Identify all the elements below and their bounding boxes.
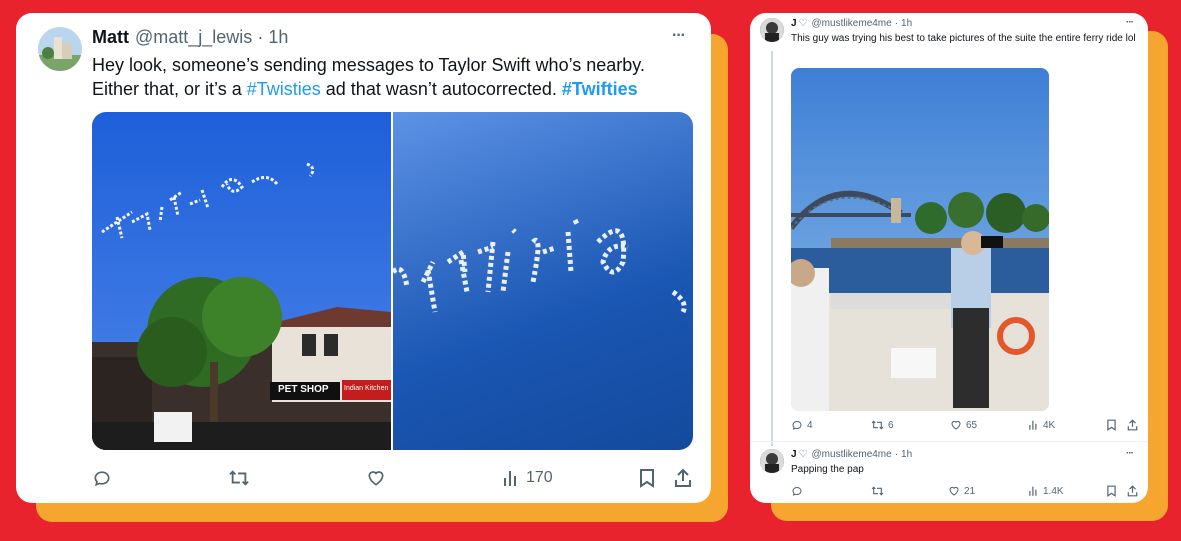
author-handle[interactable]: @mustlikeme4me: [812, 449, 892, 460]
views-stat[interactable]: 1.4K: [1028, 485, 1064, 497]
views-stat[interactable]: 170: [502, 468, 553, 488]
analytics-icon: [1029, 486, 1037, 496]
reply-icon: [792, 486, 802, 496]
author-name[interactable]: J: [791, 18, 797, 29]
bookmark-button[interactable]: [1106, 419, 1117, 431]
timestamp[interactable]: 1h: [901, 449, 912, 460]
reply-icon: [792, 420, 802, 430]
more-options-button[interactable]: ···: [672, 27, 686, 45]
like-button[interactable]: 21: [948, 485, 975, 497]
separator-dot: ·: [894, 449, 899, 460]
timestamp[interactable]: 1h: [901, 18, 912, 29]
like-button[interactable]: 65: [950, 419, 977, 431]
media-grid: PET SHOP Indian Kitchen: [92, 112, 693, 450]
separator-dot: ·: [257, 27, 264, 47]
heart-emoji-icon: ♡: [798, 18, 808, 29]
analytics-icon: [504, 471, 516, 486]
bookmark-icon: [1107, 485, 1116, 497]
reply-count: 4: [807, 419, 813, 431]
tweet-header: Matt @matt_j_lewis · 1h: [92, 27, 288, 48]
media-image-sky[interactable]: [391, 112, 693, 450]
avatar[interactable]: [760, 18, 784, 42]
views-count: 1.4K: [1043, 485, 1064, 497]
views-count: 4K: [1043, 419, 1056, 431]
tweet-text-part: ad that wasn’t autocorrected.: [320, 79, 562, 99]
author-name[interactable]: Matt: [92, 27, 129, 48]
repost-count: 6: [888, 419, 894, 431]
tweet-text-part: Either that, or it’s a: [92, 79, 247, 99]
share-icon: [1127, 485, 1138, 497]
avatar[interactable]: [760, 449, 784, 473]
reply-button[interactable]: [92, 468, 112, 488]
timestamp[interactable]: 1h: [268, 27, 288, 48]
tweet-header: J ♡ @mustlikeme4me · 1h: [791, 449, 912, 460]
repost-icon: [871, 420, 884, 430]
reply-button[interactable]: 4: [791, 419, 813, 431]
right-thread-card: J ♡ @mustlikeme4me · 1h ··· This guy was…: [750, 13, 1148, 503]
heart-icon: [949, 486, 959, 496]
share-button[interactable]: [1127, 419, 1138, 431]
shop-sign-pet-shop: PET SHOP: [278, 384, 329, 395]
like-button[interactable]: [366, 468, 386, 488]
repost-icon: [871, 486, 884, 496]
media-image-ferry[interactable]: [791, 68, 1049, 411]
repost-icon: [229, 470, 249, 486]
tweet-text-line1: Hey look, someone’s sending messages to …: [92, 55, 645, 75]
shop-sign-indian-kitchen: Indian Kitchen: [344, 385, 389, 392]
like-count: 65: [966, 419, 978, 431]
heart-emoji-icon: ♡: [798, 449, 808, 460]
views-count: 170: [526, 469, 553, 486]
thread-connector: [771, 51, 773, 446]
bookmark-button[interactable]: [638, 468, 656, 488]
reply-icon: [94, 471, 110, 486]
author-handle[interactable]: @matt_j_lewis: [135, 27, 252, 48]
more-options-button[interactable]: ···: [1126, 17, 1134, 28]
views-stat[interactable]: 4K: [1028, 419, 1055, 431]
hashtag-twisties[interactable]: #Twisties: [247, 79, 321, 99]
separator-dot: ·: [894, 18, 899, 29]
bookmark-button[interactable]: [1106, 485, 1117, 497]
bookmark-icon: [1107, 419, 1116, 431]
author-handle[interactable]: @mustlikeme4me: [812, 18, 892, 29]
heart-icon: [368, 471, 384, 486]
media-image-street[interactable]: PET SHOP Indian Kitchen: [92, 112, 391, 450]
analytics-icon: [1029, 420, 1037, 430]
share-icon: [1127, 419, 1138, 431]
tweet-divider: [750, 441, 1148, 442]
share-icon: [675, 468, 691, 487]
more-options-button[interactable]: ···: [1126, 448, 1134, 459]
repost-button[interactable]: [228, 468, 250, 488]
tweet-text: Papping the pap: [791, 464, 864, 475]
like-count: 21: [964, 485, 976, 497]
avatar[interactable]: [38, 27, 82, 71]
repost-button[interactable]: 6: [871, 419, 894, 431]
tweet-text: This guy was trying his best to take pic…: [791, 33, 1136, 44]
tweet-text-line2: Either that, or it’s a #Twisties ad that…: [92, 77, 692, 101]
reply-button[interactable]: [791, 485, 803, 497]
share-button[interactable]: [1127, 485, 1138, 497]
author-name[interactable]: J: [791, 449, 797, 460]
left-tweet-card: Matt @matt_j_lewis · 1h ··· Hey look, so…: [16, 13, 711, 503]
hashtag-twifties[interactable]: #Twifties: [562, 79, 638, 99]
tweet-text: Hey look, someone’s sending messages to …: [92, 53, 692, 101]
share-button[interactable]: [674, 468, 692, 488]
repost-button[interactable]: [871, 485, 884, 497]
heart-icon: [951, 420, 961, 430]
bookmark-icon: [640, 469, 654, 488]
tweet-header: J ♡ @mustlikeme4me · 1h: [791, 18, 912, 29]
